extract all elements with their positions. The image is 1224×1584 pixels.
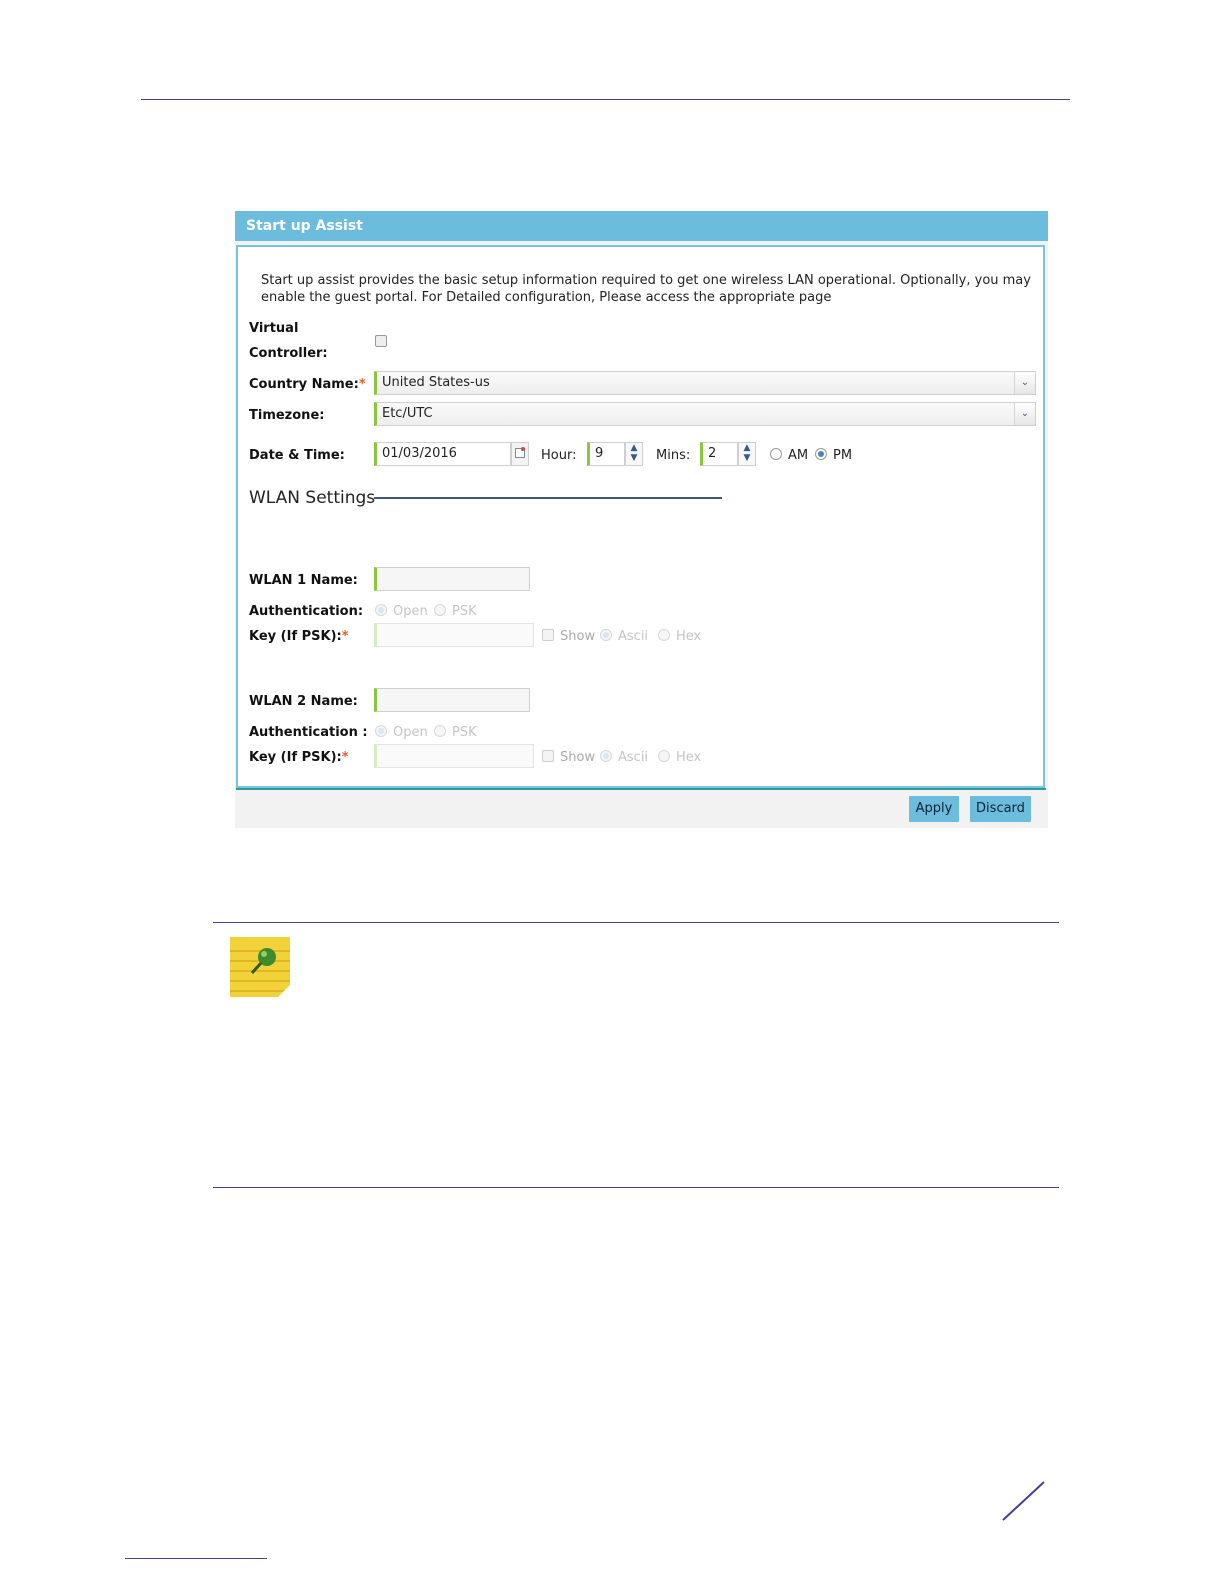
virtual-controller-checkbox[interactable] xyxy=(375,335,387,347)
top-rule xyxy=(141,99,1070,100)
timezone-select[interactable]: Etc/UTC ⌄ xyxy=(374,402,1036,426)
pm-radio[interactable] xyxy=(815,448,827,460)
footer-slash-mark xyxy=(1002,1481,1045,1521)
country-value: United States-us xyxy=(382,375,490,390)
panel-body: Start up assist provides the basic setup… xyxy=(236,245,1045,788)
pm-label: PM xyxy=(833,448,853,463)
mins-spinner-icon[interactable]: ▲ ▼ xyxy=(738,442,756,466)
country-select[interactable]: United States-us ⌄ xyxy=(374,371,1036,395)
required-star: * xyxy=(358,377,366,392)
panel-description: Start up assist provides the basic setup… xyxy=(261,273,1031,305)
hour-label: Hour: xyxy=(541,448,577,463)
wlan2-hex-label: Hex xyxy=(676,750,702,765)
am-radio[interactable] xyxy=(770,448,782,460)
wlan1-open-radio[interactable] xyxy=(375,604,387,616)
wlan1-name-label: WLAN 1 Name: xyxy=(249,573,358,588)
wlan2-name-label: WLAN 2 Name: xyxy=(249,694,358,709)
country-name-label: Country Name:* xyxy=(249,377,366,392)
date-input[interactable]: 01/03/2016 xyxy=(374,442,511,466)
wlan2-auth-label: Authentication : xyxy=(249,725,368,740)
chevron-down-icon[interactable]: ⌄ xyxy=(1014,372,1035,394)
wlan1-name-input[interactable] xyxy=(374,567,530,591)
note-bottom-rule xyxy=(213,1187,1059,1188)
note-top-rule xyxy=(213,922,1059,923)
wlan1-show-label: Show xyxy=(560,629,596,644)
required-star: * xyxy=(341,629,349,644)
calendar-icon[interactable] xyxy=(511,442,529,466)
wlan1-ascii-label: Ascii xyxy=(618,629,649,644)
wlan1-auth-label: Authentication: xyxy=(249,604,364,619)
country-name-label-text: Country Name: xyxy=(249,377,359,392)
timezone-label: Timezone: xyxy=(249,408,325,423)
panel-footer-divider xyxy=(236,788,1046,790)
wlan2-ascii-radio[interactable] xyxy=(600,750,612,762)
mins-input[interactable]: 2 xyxy=(700,442,738,466)
wlan1-hex-label: Hex xyxy=(676,629,702,644)
am-label: AM xyxy=(788,448,809,463)
virtual-controller-label-line2: Controller: xyxy=(249,346,328,361)
note-pin-icon xyxy=(230,937,292,999)
discard-button[interactable]: Discard xyxy=(970,796,1031,822)
required-star: * xyxy=(341,750,349,765)
hour-input[interactable]: 9 xyxy=(587,442,625,466)
wlan1-show-checkbox[interactable] xyxy=(542,629,554,641)
wlan-settings-title: WLAN Settings xyxy=(249,488,376,508)
wlan2-open-radio[interactable] xyxy=(375,725,387,737)
wlan1-key-input[interactable] xyxy=(374,623,534,647)
wlan2-psk-label: PSK xyxy=(452,725,477,740)
wlan2-show-label: Show xyxy=(560,750,596,765)
hour-spinner-icon[interactable]: ▲ ▼ xyxy=(625,442,643,466)
wlan2-hex-radio[interactable] xyxy=(658,750,670,762)
timezone-value: Etc/UTC xyxy=(382,406,433,421)
calendar-marker xyxy=(521,447,525,451)
footer-rule xyxy=(125,1558,267,1559)
wlan2-ascii-label: Ascii xyxy=(618,750,649,765)
wlan2-name-input[interactable] xyxy=(374,688,530,712)
wlan1-key-label-text: Key (If PSK): xyxy=(249,629,342,644)
wlan1-psk-label: PSK xyxy=(452,604,477,619)
wlan2-key-input[interactable] xyxy=(374,744,534,768)
mins-label: Mins: xyxy=(656,448,691,463)
wlan2-key-label-text: Key (If PSK): xyxy=(249,750,342,765)
wlan1-key-label: Key (If PSK):* xyxy=(249,629,349,644)
startup-assist-panel: Start up Assist Start up assist provides… xyxy=(235,211,1048,828)
wlan2-show-checkbox[interactable] xyxy=(542,750,554,762)
wlan1-hex-radio[interactable] xyxy=(658,629,670,641)
wlan2-psk-radio[interactable] xyxy=(434,725,446,737)
date-time-label: Date & Time: xyxy=(249,448,345,463)
apply-button[interactable]: Apply xyxy=(909,796,959,822)
wlan1-psk-radio[interactable] xyxy=(434,604,446,616)
wlan-settings-divider xyxy=(374,497,722,499)
panel-title: Start up Assist xyxy=(235,211,1048,241)
wlan1-open-label: Open xyxy=(393,604,428,619)
wlan2-key-label: Key (If PSK):* xyxy=(249,750,349,765)
virtual-controller-label-line1: Virtual xyxy=(249,321,299,336)
wlan1-ascii-radio[interactable] xyxy=(600,629,612,641)
wlan2-open-label: Open xyxy=(393,725,428,740)
chevron-down-icon[interactable]: ⌄ xyxy=(1014,403,1035,425)
